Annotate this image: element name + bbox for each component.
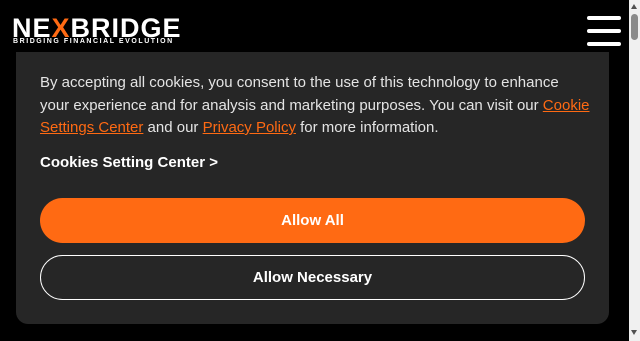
consent-text-part: for more information. bbox=[295, 119, 439, 136]
consent-text-part: By accepting all cookies, you consent to… bbox=[40, 74, 559, 114]
menu-bar bbox=[587, 42, 621, 46]
scrollbar-thumb[interactable] bbox=[631, 14, 638, 40]
cookie-consent-banner: By accepting all cookies, you consent to… bbox=[16, 52, 609, 324]
consent-text: By accepting all cookies, you consent to… bbox=[40, 72, 590, 140]
allow-all-button[interactable]: Allow All bbox=[40, 198, 585, 243]
scroll-up-arrow-icon[interactable] bbox=[631, 4, 637, 9]
menu-bar bbox=[587, 16, 621, 20]
logo-tagline: BRIDGING FINANCIAL EVOLUTION bbox=[13, 38, 174, 45]
cookies-setting-center-button[interactable]: Cookies Setting Center > bbox=[40, 154, 218, 171]
consent-text-part: and our bbox=[143, 119, 203, 136]
privacy-policy-link[interactable]: Privacy Policy bbox=[203, 119, 296, 136]
vertical-scrollbar[interactable] bbox=[629, 0, 640, 341]
hamburger-menu-icon[interactable] bbox=[587, 16, 621, 46]
allow-necessary-button[interactable]: Allow Necessary bbox=[40, 255, 585, 300]
menu-bar bbox=[587, 29, 621, 33]
nexbridge-logo[interactable]: NEXBRIDGE BRIDGING FINANCIAL EVOLUTION bbox=[12, 14, 214, 46]
scroll-down-arrow-icon[interactable] bbox=[631, 330, 637, 335]
